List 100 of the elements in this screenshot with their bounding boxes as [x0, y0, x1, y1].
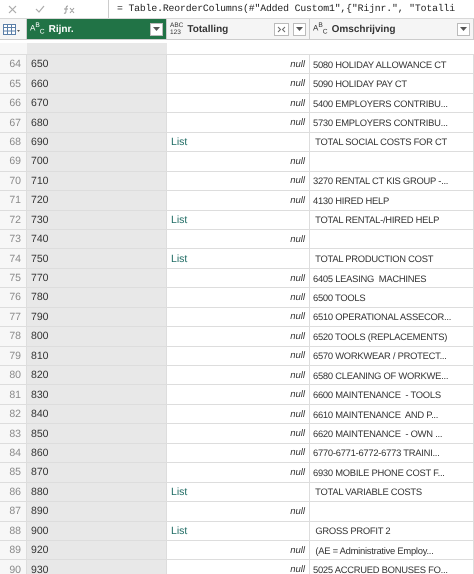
table-cell: null: [167, 502, 310, 522]
caret-icon: [296, 27, 303, 31]
row-number: 70: [0, 172, 27, 192]
row-number: 72: [0, 210, 27, 230]
table-cell: 900: [27, 522, 167, 541]
row-number: 67: [0, 113, 27, 133]
table-cell: null: [167, 288, 310, 308]
list-link[interactable]: List: [167, 482, 310, 502]
table-cell: 820: [27, 366, 167, 386]
table-cell: null: [167, 113, 310, 133]
row-number: 90: [0, 560, 27, 574]
expand-button[interactable]: [274, 22, 289, 36]
table-cell: 680: [27, 113, 167, 133]
row-number: 66: [0, 94, 27, 114]
row-number: 78: [0, 327, 27, 347]
row-number: 80: [0, 366, 27, 386]
table-cell: 5730 EMPLOYERS CONTRIBU...: [310, 113, 474, 133]
table-cell: (AE = Administrative Employ...: [310, 540, 474, 560]
table-cell: null: [167, 191, 310, 210]
expand-icon: [277, 26, 286, 32]
row-number: 69: [0, 152, 27, 172]
table-cell: 740: [27, 230, 167, 250]
table-cell: null: [167, 540, 310, 560]
table-cell: TOTAL VARIABLE COSTS: [310, 482, 474, 502]
table-cell: 6520 TOOLS (REPLACEMENTS): [310, 327, 474, 347]
row-number: 68: [0, 132, 27, 152]
table-cell: null: [167, 55, 310, 74]
table-cell: 690: [27, 132, 167, 152]
table-cell: 650: [27, 55, 167, 74]
table-cell: null: [167, 385, 310, 405]
list-link[interactable]: List: [167, 210, 310, 230]
table-cell: 790: [27, 308, 167, 328]
table-cell: 800: [27, 327, 167, 347]
table-cell: 890: [27, 502, 167, 522]
formula-bar[interactable]: = Table.ReorderColumns(#"Added Custom1",{"Rijnr.", "Totalli: [108, 0, 474, 18]
table-cell: null: [167, 346, 310, 366]
table-cell: 5090 HOLIDAY PAY CT: [310, 74, 474, 94]
row-number: 73: [0, 230, 27, 250]
table-cell: 6570 WORKWEAR / PROTECT...: [310, 346, 474, 366]
list-link[interactable]: List: [167, 132, 310, 152]
table-cell: null: [167, 74, 310, 94]
table-cell: 670: [27, 94, 167, 114]
row-number: 64: [0, 55, 27, 74]
table-cell: 930: [27, 560, 167, 574]
table-cell: 6500 TOOLS: [310, 288, 474, 308]
table-cell: null: [167, 424, 310, 444]
table-cell: GROSS PROFIT 2: [310, 522, 474, 541]
table-cell: null: [167, 404, 310, 424]
row-number: 65: [0, 74, 27, 94]
row-number: 85: [0, 463, 27, 483]
table-cell: null: [167, 94, 310, 114]
table-cell: 6405 LEASING MACHINES: [310, 268, 474, 288]
list-link[interactable]: List: [167, 522, 310, 541]
row-number: 74: [0, 249, 27, 269]
row-number: 82: [0, 404, 27, 424]
table-cell: TOTAL PRODUCTION COST: [310, 249, 474, 269]
table-cell: 4130 HIRED HELP: [310, 191, 474, 210]
table-cell: TOTAL SOCIAL COSTS FOR CT: [310, 132, 474, 152]
table-cell: null: [167, 463, 310, 483]
table-cell: TOTAL RENTAL-/HIRED HELP: [310, 210, 474, 230]
row-number: 83: [0, 424, 27, 444]
row-number: 79: [0, 346, 27, 366]
function-icon[interactable]: [63, 4, 75, 14]
table-cell: 770: [27, 268, 167, 288]
dropdown-button[interactable]: [293, 22, 306, 36]
dropdown-button[interactable]: [150, 22, 163, 36]
check-icon[interactable]: [35, 5, 45, 13]
table-menu-icon[interactable]: [3, 24, 23, 34]
table-cell: 5025 ACCRUED BONUSES FO...: [310, 560, 474, 574]
column-header[interactable]: A$^{B}$$_{C}$ Omschrijving: [310, 19, 474, 39]
table-cell: 6580 CLEANING OF WORKWE...: [310, 366, 474, 386]
table-cell: 850: [27, 424, 167, 444]
row-number: 88: [0, 522, 27, 541]
table-cell: 6620 MAINTENANCE - OWN ...: [310, 424, 474, 444]
table-cell: 3270 RENTAL CT KIS GROUP -...: [310, 172, 474, 192]
table-cell: null: [167, 560, 310, 574]
row-number: 81: [0, 385, 27, 405]
table-cell: 720: [27, 191, 167, 210]
table-cell: 700: [27, 152, 167, 172]
table-cell: 810: [27, 346, 167, 366]
dropdown-button[interactable]: [457, 22, 470, 36]
table-cell: null: [167, 308, 310, 328]
table-cell: 5400 EMPLOYERS CONTRIBU...: [310, 94, 474, 114]
row-number: 71: [0, 191, 27, 210]
row-number: 87: [0, 502, 27, 522]
row-number: 77: [0, 308, 27, 328]
table-cell: null: [167, 268, 310, 288]
table-cell: 880: [27, 482, 167, 502]
table-cell: null: [167, 152, 310, 172]
column-header[interactable]: A$^{B}$$_{C}$ Rijnr.: [27, 19, 167, 39]
table-cell: null: [167, 444, 310, 464]
table-cell: 710: [27, 172, 167, 192]
table-cell: 6610 MAINTENANCE AND P...: [310, 404, 474, 424]
table-cell: 750: [27, 249, 167, 269]
table-cell: 6770-6771-6772-6773 TRAINI...: [310, 444, 474, 464]
list-link[interactable]: List: [167, 249, 310, 269]
table-cell: null: [167, 327, 310, 347]
table-cell: 6600 MAINTENANCE - TOOLS: [310, 385, 474, 405]
table-cell: 870: [27, 463, 167, 483]
row-number: 75: [0, 268, 27, 288]
